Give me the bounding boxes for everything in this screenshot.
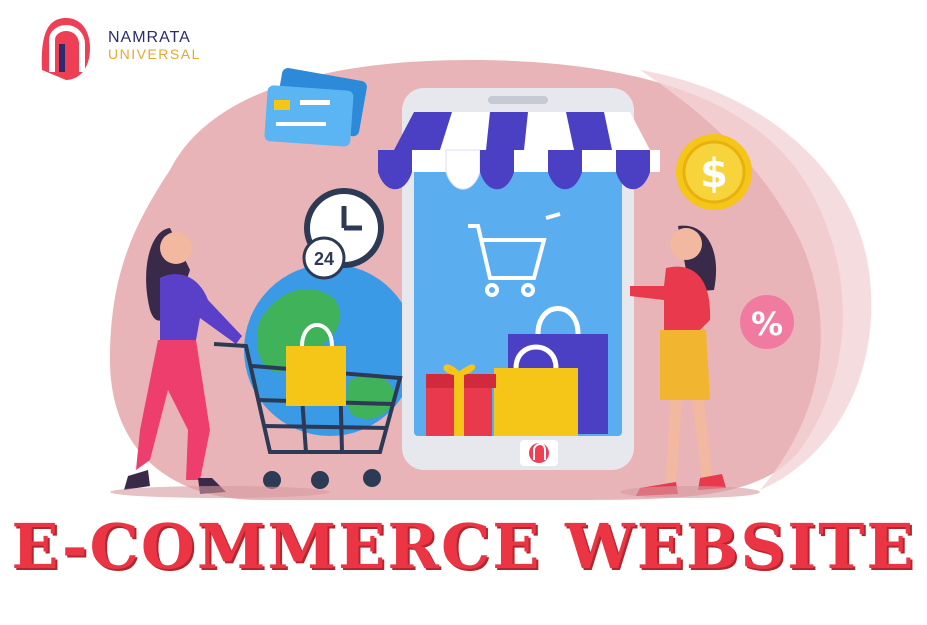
discount-badge-icon: %	[740, 295, 794, 349]
brand-name-line2: UNIVERSAL	[108, 46, 201, 62]
gift-box-icon	[426, 364, 496, 436]
brand-name-line1: NAMRATA	[108, 29, 191, 46]
brand-name: NAMRATA UNIVERSAL	[108, 29, 201, 63]
brand-logo-icon	[34, 16, 98, 80]
dollar-symbol: $	[700, 151, 728, 197]
percent-symbol: %	[751, 305, 783, 343]
dollar-coin-icon: $	[676, 134, 752, 210]
clock-24-label: 24	[314, 249, 334, 269]
phone-logo-icon	[529, 442, 549, 463]
page-headline: E-COMMERCE WEBSITE	[11, 510, 916, 583]
